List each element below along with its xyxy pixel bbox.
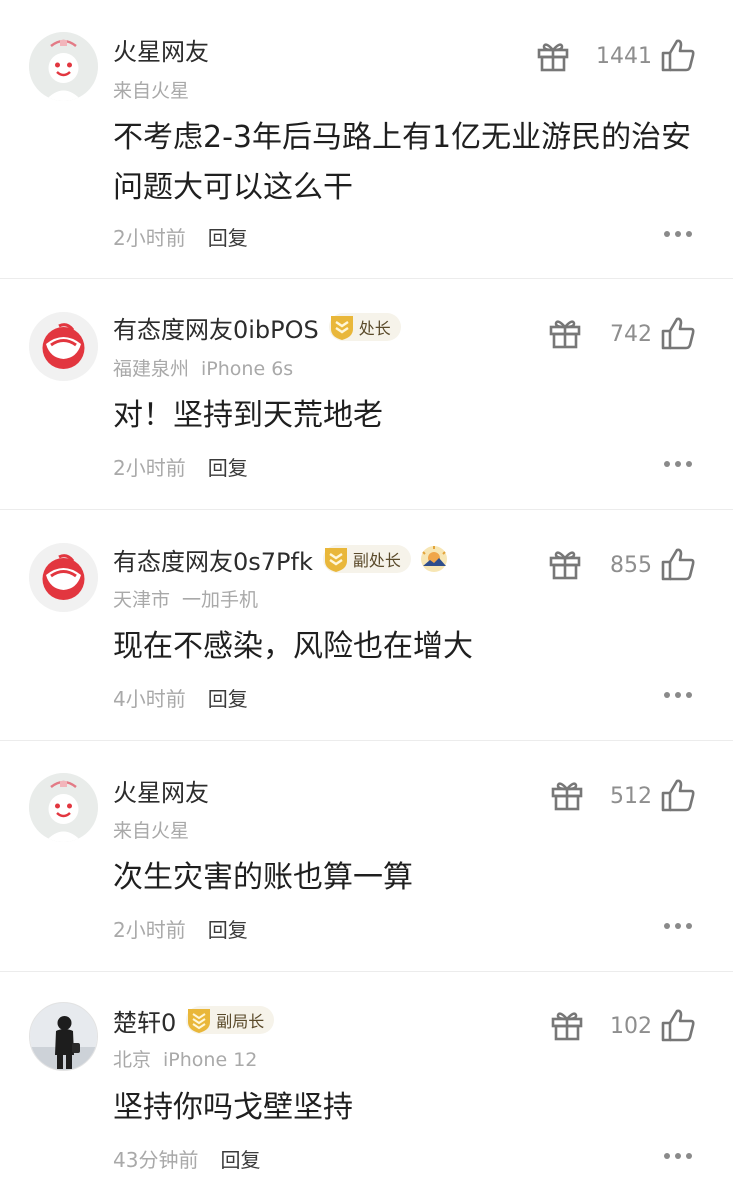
photo-avatar-icon (30, 1003, 97, 1070)
user-meta: 来自火星 (113, 816, 189, 843)
name-row: 楚轩0 副局长 (113, 1003, 275, 1038)
thumbs-up-icon[interactable] (660, 316, 696, 350)
location: 来自火星 (113, 80, 190, 102)
mars-avatar-icon (29, 773, 98, 842)
avatar[interactable] (29, 1002, 98, 1071)
more-icon[interactable] (663, 690, 693, 700)
like-count: 102 (610, 1014, 652, 1039)
netease-avatar-icon (29, 543, 98, 612)
more-icon[interactable] (663, 229, 693, 239)
thumbs-up-icon[interactable] (660, 1008, 696, 1042)
timestamp: 43分钟前 (113, 1148, 199, 1172)
badge-label: 副局长 (216, 1012, 265, 1031)
timestamp: 4小时前 (113, 687, 186, 711)
reply-button[interactable]: 回复 (208, 452, 248, 481)
like-count: 512 (610, 784, 652, 809)
user-meta: 天津市 一加手机 (113, 585, 258, 612)
reply-button[interactable]: 回复 (208, 914, 248, 943)
rank-badge: 副处长 (322, 545, 411, 573)
device: iPhone 6s (201, 358, 294, 380)
thumbs-up-icon[interactable] (660, 547, 696, 581)
comment-footer: 2小时前 回复 (113, 222, 248, 251)
comment-footer: 4小时前 回复 (113, 683, 248, 712)
name-row: 火星网友 (113, 773, 209, 807)
sunrise-medal-icon (420, 546, 447, 572)
timestamp: 2小时前 (113, 456, 186, 480)
avatar[interactable] (29, 312, 98, 381)
shield-icon (188, 1009, 211, 1033)
location: 福建泉州 (113, 358, 190, 380)
more-icon[interactable] (663, 459, 693, 469)
location: 天津市 (113, 589, 171, 611)
user-meta: 北京 iPhone 12 (113, 1045, 257, 1072)
thumbs-up-icon[interactable] (660, 778, 696, 812)
netease-avatar-icon (29, 312, 98, 381)
comment-text: 次生灾害的账也算一算 (113, 860, 413, 895)
name-row: 火星网友 (113, 32, 209, 66)
comment-footer: 43分钟前 回复 (113, 1144, 260, 1173)
name-row: 有态度网友0s7Pfk 副处长 (113, 542, 449, 576)
comment-text: 坚持你吗戈壁坚持 (113, 1090, 353, 1125)
gift-icon[interactable] (536, 40, 570, 72)
gift-icon[interactable] (550, 779, 584, 811)
comment-footer: 2小时前 回复 (113, 914, 248, 943)
username[interactable]: 火星网友 (113, 32, 209, 67)
comment-item: 火星网友 来自火星 1441 不考虑2-3年后马路上有1亿无业游民的治安问题大可… (0, 0, 733, 278)
comment-item: 有态度网友0ibPOS 处长 福建泉州 iPhone 6s 742 对！坚持到天荒… (0, 279, 733, 509)
comment-text: 对！坚持到天荒地老 (113, 398, 383, 433)
user-meta: 来自火星 (113, 76, 189, 103)
gift-icon[interactable] (548, 317, 582, 349)
avatar[interactable] (29, 543, 98, 612)
timestamp: 2小时前 (113, 226, 186, 250)
thumbs-up-icon[interactable] (660, 38, 696, 72)
reply-button[interactable]: 回复 (208, 683, 248, 712)
device: iPhone 12 (163, 1049, 258, 1071)
reply-button[interactable]: 回复 (220, 1144, 260, 1173)
location: 北京 (113, 1049, 152, 1071)
username[interactable]: 有态度网友0s7Pfk (113, 542, 313, 577)
gift-icon[interactable] (550, 1009, 584, 1041)
timestamp: 2小时前 (113, 918, 186, 942)
badge-label: 副处长 (352, 551, 401, 570)
user-meta: 福建泉州 iPhone 6s (113, 354, 293, 381)
device: 一加手机 (182, 589, 259, 611)
username[interactable]: 楚轩0 (113, 1003, 176, 1038)
rank-badge: 副局长 (186, 1006, 275, 1034)
more-icon[interactable] (663, 921, 693, 931)
rank-badge: 处长 (328, 313, 401, 341)
mars-avatar-icon (29, 32, 98, 101)
name-row: 有态度网友0ibPOS 处长 (113, 310, 401, 344)
like-count: 1441 (596, 44, 652, 69)
comment-item: 有态度网友0s7Pfk 副处长 天津市 一加手机 855 现在不感染，风险也在增大… (0, 510, 733, 740)
avatar[interactable] (29, 773, 98, 842)
username[interactable]: 火星网友 (113, 773, 209, 808)
reply-button[interactable]: 回复 (208, 222, 248, 251)
badge-label: 处长 (358, 319, 391, 338)
shield-icon (324, 548, 347, 572)
username[interactable]: 有态度网友0ibPOS (113, 310, 319, 345)
comment-item: 火星网友 来自火星 512 次生灾害的账也算一算 2小时前 回复 (0, 741, 733, 971)
more-icon[interactable] (663, 1151, 693, 1161)
location: 来自火星 (113, 820, 190, 842)
comment-text: 不考虑2-3年后马路上有1亿无业游民的治安问题大可以这么干 (113, 120, 692, 205)
like-count: 855 (610, 553, 652, 578)
comment-footer: 2小时前 回复 (113, 452, 248, 481)
comment-item: 楚轩0 副局长 北京 iPhone 12 102 坚持你吗戈壁坚持 43分钟前 回… (0, 972, 733, 1200)
shield-icon (330, 316, 353, 340)
avatar[interactable] (29, 32, 98, 101)
like-count: 742 (610, 322, 652, 347)
comment-text: 现在不感染，风险也在增大 (113, 629, 473, 664)
gift-icon[interactable] (548, 548, 582, 580)
